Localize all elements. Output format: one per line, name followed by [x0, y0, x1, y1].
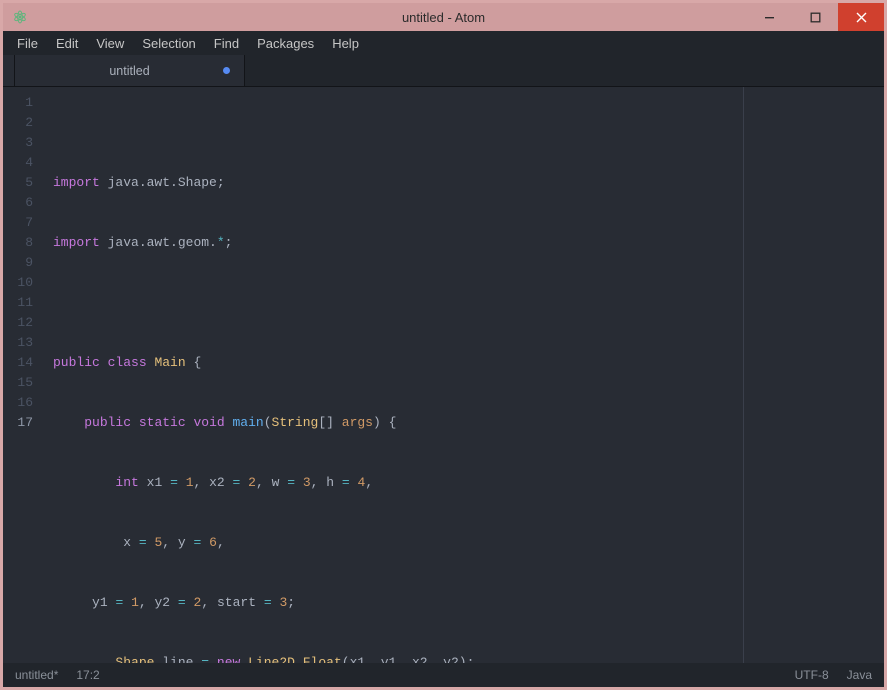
- titlebar[interactable]: untitled - Atom: [3, 3, 884, 31]
- maximize-button[interactable]: [792, 3, 838, 31]
- menu-help[interactable]: Help: [324, 34, 367, 53]
- line-number[interactable]: 9: [3, 253, 33, 273]
- line-number[interactable]: 14: [3, 353, 33, 373]
- line-number[interactable]: 2: [3, 113, 33, 133]
- line-number[interactable]: 11: [3, 293, 33, 313]
- modified-dot-icon: [223, 67, 230, 74]
- menu-file[interactable]: File: [9, 34, 46, 53]
- statusbar: untitled* 17:2 UTF-8 Java: [3, 663, 884, 687]
- line-number[interactable]: 1: [3, 93, 33, 113]
- wrap-guide: [743, 87, 744, 663]
- menu-view[interactable]: View: [88, 34, 132, 53]
- atom-window: untitled - Atom File Edit View Selection…: [0, 0, 887, 690]
- tab-label: untitled: [109, 64, 149, 78]
- window-controls: [746, 3, 884, 31]
- line-number[interactable]: 12: [3, 313, 33, 333]
- minimize-button[interactable]: [746, 3, 792, 31]
- status-encoding[interactable]: UTF-8: [795, 668, 829, 682]
- line-number[interactable]: 8: [3, 233, 33, 253]
- line-number[interactable]: 5: [3, 173, 33, 193]
- menu-find[interactable]: Find: [206, 34, 247, 53]
- status-position[interactable]: 17:2: [76, 668, 99, 682]
- line-number[interactable]: 16: [3, 393, 33, 413]
- status-grammar[interactable]: Java: [847, 668, 872, 682]
- tab-untitled[interactable]: untitled: [15, 55, 245, 86]
- line-number[interactable]: 15: [3, 373, 33, 393]
- atom-app-icon: [11, 8, 29, 26]
- line-number[interactable]: 6: [3, 193, 33, 213]
- tab-bar: untitled: [3, 55, 884, 87]
- line-number[interactable]: 3: [3, 133, 33, 153]
- code-area[interactable]: import java.awt.Shape; import java.awt.g…: [43, 87, 884, 663]
- line-number[interactable]: 13: [3, 333, 33, 353]
- tab-spacer: [3, 55, 15, 86]
- line-number-gutter[interactable]: 1234567891011121314151617: [3, 87, 43, 663]
- menu-packages[interactable]: Packages: [249, 34, 322, 53]
- line-number[interactable]: 17: [3, 413, 33, 433]
- line-number[interactable]: 7: [3, 213, 33, 233]
- status-file[interactable]: untitled*: [15, 668, 58, 682]
- menu-selection[interactable]: Selection: [134, 34, 203, 53]
- line-number[interactable]: 4: [3, 153, 33, 173]
- menu-edit[interactable]: Edit: [48, 34, 86, 53]
- line-number[interactable]: 10: [3, 273, 33, 293]
- close-button[interactable]: [838, 3, 884, 31]
- menubar: File Edit View Selection Find Packages H…: [3, 31, 884, 55]
- editor[interactable]: 1234567891011121314151617 import java.aw…: [3, 87, 884, 663]
